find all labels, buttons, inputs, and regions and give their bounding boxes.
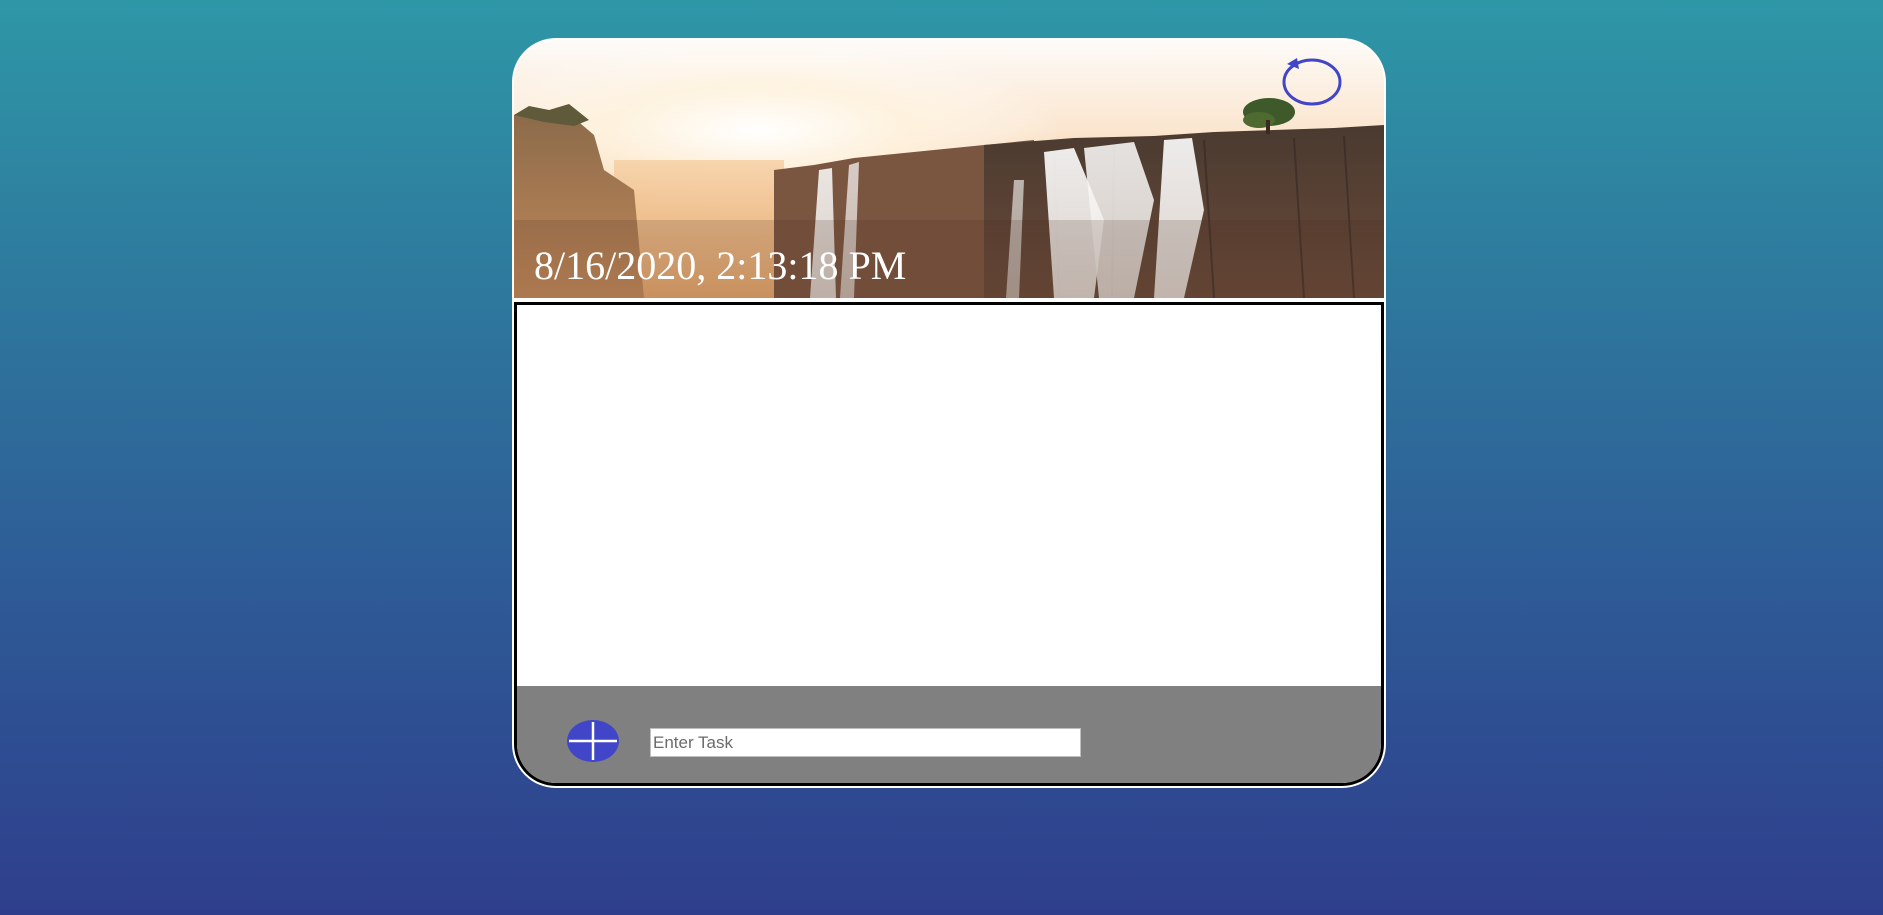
task-input[interactable] (650, 728, 1081, 757)
add-task-button[interactable] (566, 719, 620, 763)
task-panel (514, 302, 1384, 786)
header-banner: 8/16/2020, 2:13:18 PM (514, 40, 1384, 298)
todo-app-card: 8/16/2020, 2:13:18 PM (512, 38, 1386, 788)
refresh-button[interactable] (1277, 54, 1343, 108)
plus-icon (567, 720, 619, 762)
refresh-icon (1282, 58, 1342, 106)
footer-bar (517, 686, 1381, 783)
task-list (517, 305, 1381, 686)
current-datetime: 8/16/2020, 2:13:18 PM (534, 243, 907, 288)
